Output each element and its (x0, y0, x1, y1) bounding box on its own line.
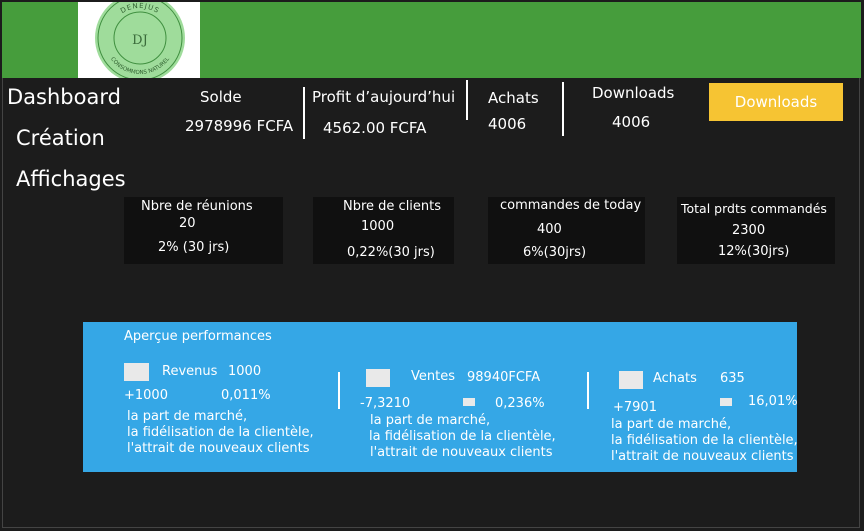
downloads-label: Downloads (592, 84, 675, 102)
card-value: 2300 (732, 223, 766, 238)
ventes-delta: -7,3210 (360, 396, 411, 411)
revenus-label: Revenus (162, 364, 218, 379)
nav-affichages[interactable]: Affichages (16, 167, 126, 191)
achats-line-2: la fidélisation de la clientèle, (611, 433, 798, 448)
revenus-line-3: l'attrait de nouveaux clients (127, 441, 310, 456)
ventes-line-3: l'attrait de nouveaux clients (370, 445, 553, 460)
separator (466, 80, 468, 120)
separator (338, 372, 340, 409)
solde-value: 2978996 FCFA (185, 117, 294, 135)
card-title: Nbre de réunions (141, 199, 253, 214)
card-value: 20 (179, 216, 196, 231)
revenus-line-1: la part de marché, (127, 409, 248, 424)
profit-value: 4562.00 FCFA (323, 119, 427, 137)
logo-seal-icon: DENEJUS CONSOMMONS NATUREL DJ (95, 2, 185, 78)
achats-perf-value: 635 (720, 371, 745, 386)
separator (562, 82, 564, 136)
card-reunions: Nbre de réunions 20 2% (30 jrs) (124, 197, 283, 264)
card-title: Nbre de clients (343, 199, 442, 214)
revenus-percent: 0,011% (221, 388, 271, 403)
card-value: 400 (537, 222, 562, 237)
card-title: Total prdts commandés (681, 201, 827, 216)
performance-panel: Aperçue performances Revenus 1000 +1000 … (83, 322, 798, 472)
solde-label: Solde (200, 88, 242, 106)
ventes-mini-bar (463, 398, 475, 406)
achats-line-3: l'attrait de nouveaux clients (611, 449, 794, 464)
ventes-percent: 0,236% (495, 396, 545, 411)
separator (303, 87, 305, 139)
card-title: commandes de today (500, 198, 642, 213)
nav-dashboard[interactable]: Dashboard (7, 85, 121, 109)
revenus-delta: +1000 (124, 388, 168, 403)
achats-perf-delta: +7901 (613, 400, 657, 415)
svg-text:DJ: DJ (132, 33, 148, 48)
achats-perf-label: Achats (653, 371, 697, 386)
achats-value: 4006 (488, 115, 527, 133)
revenus-value: 1000 (228, 364, 262, 379)
card-value: 1000 (361, 219, 395, 234)
separator (587, 372, 589, 409)
ventes-line-2: la fidélisation de la clientèle, (369, 429, 556, 444)
card-total-produits: Total prdts commandés 2300 12%(30jrs) (677, 197, 835, 264)
nav-creation[interactable]: Création (16, 126, 105, 150)
card-trend: 6%(30jrs) (523, 245, 587, 260)
card-trend: 0,22%(30 jrs) (347, 245, 435, 260)
card-commandes: commandes de today 400 6%(30jrs) (488, 197, 645, 264)
logo[interactable]: DENEJUS CONSOMMONS NATUREL DJ (78, 2, 200, 78)
performance-title: Aperçue performances (124, 329, 272, 344)
card-trend: 2% (30 jrs) (158, 240, 230, 255)
revenus-icon (124, 363, 149, 381)
ventes-line-1: la part de marché, (370, 413, 491, 428)
ventes-label: Ventes (411, 369, 455, 384)
revenus-line-2: la fidélisation de la clientèle, (127, 425, 314, 440)
card-clients: Nbre de clients 1000 0,22%(30 jrs) (313, 197, 454, 264)
achats-line-1: la part de marché, (611, 417, 732, 432)
achats-label: Achats (488, 89, 539, 107)
profit-label: Profit d’aujourd’hui (312, 88, 456, 106)
downloads-value: 4006 (612, 113, 651, 131)
card-trend: 12%(30jrs) (718, 244, 790, 259)
ventes-icon (366, 369, 390, 387)
downloads-button[interactable]: Downloads (709, 83, 843, 121)
ventes-value: 98940FCFA (467, 370, 541, 385)
achats-perf-percent: 16,01% (748, 394, 798, 409)
achats-icon (619, 371, 643, 389)
achats-mini-bar (720, 398, 732, 406)
